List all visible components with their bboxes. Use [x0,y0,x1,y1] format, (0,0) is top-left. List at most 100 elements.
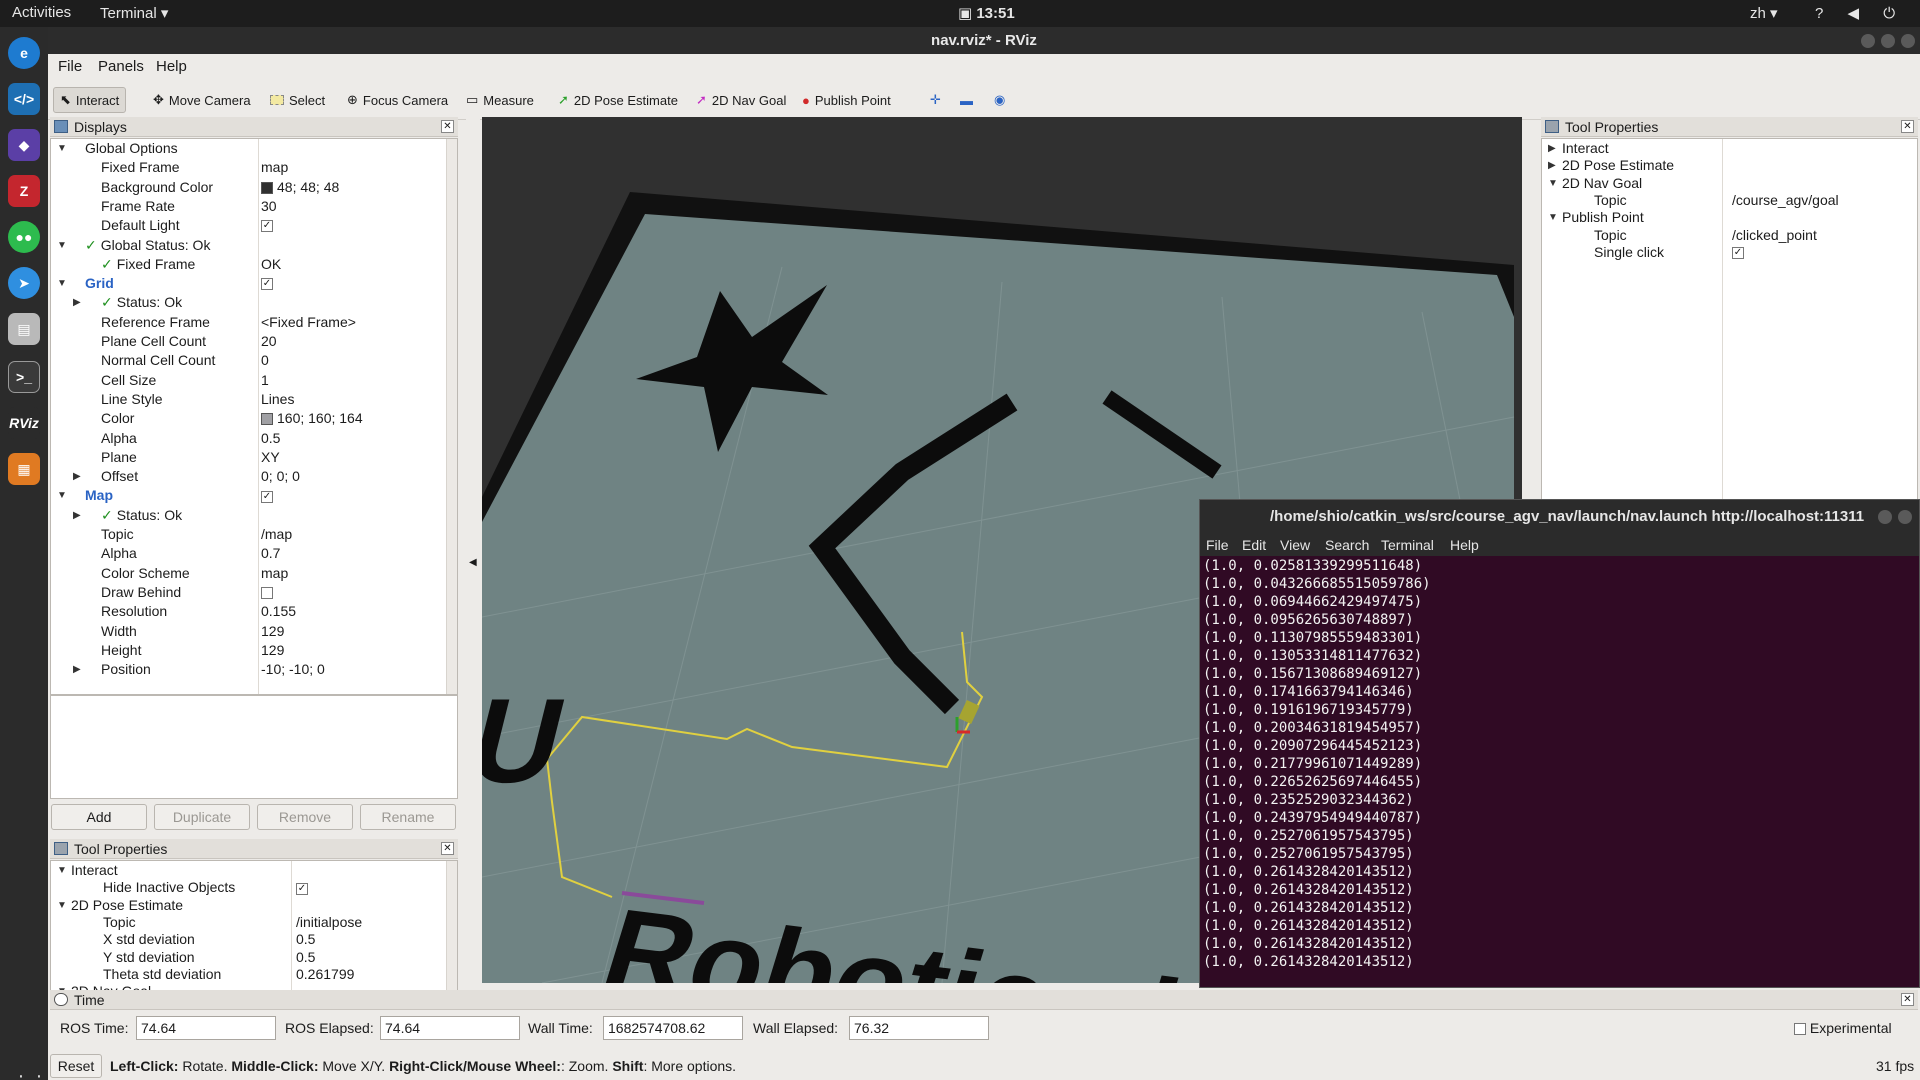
property-row[interactable]: ▶ Offset 0; 0; 0 [51,467,446,486]
tool-move-camera[interactable]: ✥ Move Camera [147,87,257,113]
tool-2d-nav-goal[interactable]: ➚ 2D Nav Goal [690,87,792,113]
property-value[interactable]: ✓ [296,878,308,897]
clock[interactable]: ▣ 13:51 [958,4,1015,22]
feishu-icon[interactable]: ➤ [8,267,40,299]
wall-elapsed-field[interactable]: 76.32 [849,1016,989,1040]
wall-time-field[interactable]: 1682574708.62 [603,1016,743,1040]
property-row[interactable]: Plane Cell Count 20 [51,332,446,351]
property-row[interactable]: Resolution 0.155 [51,602,446,621]
property-row[interactable]: X std deviation 0.5 [51,930,446,949]
property-row[interactable]: ▼ Grid ✓ [51,274,446,293]
property-row[interactable]: Y std deviation 0.5 [51,948,446,967]
activities-button[interactable]: Activities [12,4,71,21]
property-value[interactable]: /clicked_point [1732,226,1817,245]
zotero-icon[interactable]: Z [8,175,40,207]
tool-select[interactable]: Select [264,87,331,113]
property-value[interactable]: 0.7 [261,544,280,563]
terminal-maximize-button[interactable] [1898,510,1912,524]
property-value[interactable]: /map [261,525,292,544]
ros-elapsed-field[interactable]: 74.64 [380,1016,520,1040]
property-value[interactable]: /course_agv/goal [1732,191,1839,210]
property-value[interactable]: 160; 160; 164 [261,409,363,428]
property-value[interactable]: Lines [261,390,294,409]
property-value[interactable]: 0 [261,351,269,370]
ros-time-field[interactable]: 74.64 [136,1016,276,1040]
add-tool-button[interactable]: ✛ [924,87,947,113]
property-value[interactable]: XY [261,448,280,467]
property-row[interactable]: Background Color 48; 48; 48 [51,178,446,197]
terminal-output[interactable]: (1.0, 0.02581339299511648) (1.0, 0.043266… [1203,557,1915,971]
property-row[interactable]: ▼ Map ✓ [51,486,446,505]
input-method-indicator[interactable]: zh ▾ [1750,4,1778,22]
expand-right-icon[interactable]: ▶ [73,506,81,525]
property-row[interactable]: Width 129 [51,622,446,641]
tool-interact[interactable]: ⬉ Interact [53,87,127,113]
checkbox[interactable]: ✓ [1732,247,1744,260]
property-row[interactable]: Default Light ✓ [51,216,446,235]
property-value[interactable]: 0.5 [296,930,315,949]
property-value[interactable]: <Fixed Frame> [261,313,356,332]
expand-right-icon[interactable]: ▶ [1548,139,1556,158]
property-value[interactable]: -10; -10; 0 [261,660,325,679]
expand-right-icon[interactable]: ▶ [73,467,81,486]
obsidian-icon[interactable]: ◆ [8,129,40,161]
terminal-menu-terminal[interactable]: Terminal [1381,534,1434,556]
property-row[interactable]: Reference Frame <Fixed Frame> [51,313,446,332]
files-icon[interactable]: ▤ [8,313,40,345]
property-value[interactable]: map [261,158,288,177]
property-row[interactable]: ▶ Interact [1542,139,1917,158]
property-row[interactable]: Hide Inactive Objects ✓ [51,878,446,897]
displays-scrollbar[interactable] [446,139,457,694]
expand-down-icon[interactable]: ▼ [57,486,67,505]
expand-right-icon[interactable]: ▶ [73,293,81,312]
property-row[interactable]: Height 129 [51,641,446,660]
close-panel-icon[interactable]: ✕ [441,120,454,133]
close-button[interactable] [1901,34,1915,48]
property-row[interactable]: Plane XY [51,448,446,467]
close-panel-icon[interactable]: ✕ [1901,120,1914,133]
color-swatch[interactable] [261,181,273,194]
color-swatch[interactable] [261,413,273,426]
terminal-menu-help[interactable]: Help [1450,534,1479,556]
property-row[interactable]: ✓ Fixed Frame OK [51,255,446,274]
terminal-menu-edit[interactable]: Edit [1242,534,1266,556]
menu-file[interactable]: File [58,58,82,75]
property-row[interactable]: Topic/clicked_point [1542,226,1917,245]
expand-right-icon[interactable]: ▶ [73,660,81,679]
property-value[interactable]: 0; 0; 0 [261,467,300,486]
add-display-button[interactable]: Add [51,804,147,830]
expand-down-icon[interactable]: ▼ [1548,208,1558,227]
tool-visibility-button[interactable]: ◉ [988,87,1011,113]
maximize-button[interactable] [1881,34,1895,48]
reset-button[interactable]: Reset [50,1054,102,1078]
terminal-menu-file[interactable]: File [1206,534,1229,556]
app-menu-terminal[interactable]: Terminal ▾ [100,4,168,22]
close-panel-icon[interactable]: ✕ [1901,993,1914,1006]
menu-panels[interactable]: Panels [98,58,144,75]
property-value[interactable] [261,583,273,602]
property-row[interactable]: Line Style Lines [51,390,446,409]
edge-browser-icon[interactable]: e [8,37,40,69]
wechat-icon[interactable]: ●● [8,221,40,253]
expand-down-icon[interactable]: ▼ [57,236,67,255]
terminal-minimize-button[interactable] [1878,510,1892,524]
property-value[interactable]: 1 [261,371,269,390]
close-panel-icon[interactable]: ✕ [441,842,454,855]
expand-down-icon[interactable]: ▼ [57,139,67,158]
checkbox[interactable]: ✓ [261,278,273,291]
terminal-menu-view[interactable]: View [1280,534,1310,556]
vscode-icon[interactable]: </> [8,83,40,115]
property-row[interactable]: Frame Rate 30 [51,197,446,216]
property-value[interactable]: 0.5 [296,948,315,967]
property-value[interactable]: ✓ [261,216,273,235]
menu-help[interactable]: Help [156,58,187,75]
property-row[interactable]: Topic/course_agv/goal [1542,191,1917,210]
property-value[interactable]: OK [261,255,281,274]
remove-tool-button[interactable]: ▬ [954,87,979,113]
property-row[interactable]: Topic/map [51,525,446,544]
property-value[interactable]: ✓ [1732,243,1744,262]
tool-properties-scrollbar[interactable] [446,861,457,1009]
property-row[interactable]: Normal Cell Count 0 [51,351,446,370]
property-row[interactable]: Fixed Frame map [51,158,446,177]
rviz-icon[interactable]: RViz [8,407,40,439]
